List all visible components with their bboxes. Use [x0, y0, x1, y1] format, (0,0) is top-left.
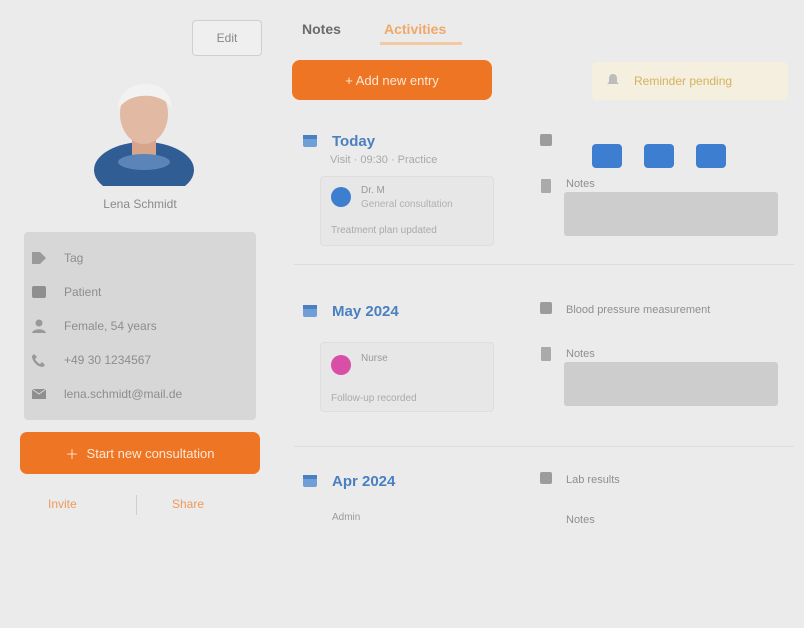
entry-title-row: Apr 2024: [302, 468, 395, 494]
info-row-mail: lena.schmidt@mail.de: [30, 382, 182, 406]
link-divider: [136, 495, 137, 515]
start-consultation-label: Start new consultation: [86, 445, 215, 461]
entry-mini-footer: Treatment plan updated: [331, 225, 437, 236]
attachment-icon: [538, 470, 554, 486]
person-icon: [30, 318, 48, 334]
entry-note-label: Notes: [566, 178, 595, 190]
entry-detail-card[interactable]: Dr. M General consultation Treatment pla…: [320, 176, 494, 246]
note-icon: [538, 346, 554, 362]
attachment-icon: [538, 132, 554, 148]
avatar-badge-icon: [331, 187, 351, 210]
calendar-icon: [302, 302, 318, 321]
entry-right-heading: Blood pressure measurement: [566, 304, 711, 316]
entry-divider: [294, 446, 794, 447]
id-card-icon: [30, 284, 48, 300]
entry-note-label: Notes: [566, 514, 595, 526]
calendar-icon: [302, 472, 318, 491]
file-chip[interactable]: [696, 144, 726, 168]
mail-icon: [30, 386, 48, 402]
reminder-text: Reminder pending: [634, 74, 733, 88]
entry-subtitle: Visit · 09:30 · Practice: [330, 154, 438, 166]
tab-notes[interactable]: Notes: [302, 18, 341, 40]
phone-icon: [30, 352, 48, 368]
edit-profile-button[interactable]: Edit: [192, 20, 262, 56]
info-row-phone: +49 30 1234567: [30, 348, 151, 372]
info-row-patient: Patient: [30, 280, 101, 304]
reminder-notice[interactable]: Reminder pending: [592, 62, 788, 100]
entry-note-box: [564, 362, 778, 406]
tag-icon: [30, 250, 48, 266]
file-chip[interactable]: [644, 144, 674, 168]
avatar-badge-icon: [331, 355, 351, 378]
profile-avatar: [94, 83, 194, 186]
entry-title-row: May 2024: [302, 298, 399, 324]
main-content: Notes Activities + Add new entry Reminde…: [280, 0, 804, 528]
info-tag-text: Tag: [64, 251, 84, 265]
info-mail-text: lena.schmidt@mail.de: [64, 387, 183, 401]
entry-title[interactable]: Today: [332, 133, 375, 150]
add-entry-button[interactable]: + Add new entry: [292, 60, 492, 100]
profile-panel: Edit Lena Schmidt Tag Patient Female, 54…: [0, 0, 280, 528]
active-tab-indicator: [380, 42, 462, 45]
start-consultation-button[interactable]: ＋ Start new consultation: [20, 432, 260, 474]
attachment-icon: [538, 300, 554, 316]
info-row-tag: Tag: [30, 246, 83, 270]
info-patient-text: Patient: [64, 285, 102, 299]
entry-mini-label: General consultation: [361, 199, 453, 210]
share-link[interactable]: Share: [172, 494, 204, 514]
file-chip[interactable]: [592, 144, 622, 168]
entry-title[interactable]: May 2024: [332, 303, 399, 320]
plus-icon: ＋: [65, 446, 79, 462]
profile-name: Lena Schmidt: [103, 197, 177, 211]
calendar-icon: [302, 132, 318, 151]
info-row-person: Female, 54 years: [30, 314, 157, 338]
entry-badge: Nurse: [361, 353, 388, 364]
entry-note-box: [564, 192, 778, 236]
note-icon: [538, 178, 554, 194]
invite-link[interactable]: Invite: [48, 494, 77, 514]
timeline-entry: Apr 2024 Admin Lab results Notes: [280, 468, 804, 628]
entry-mini-footer: Follow-up recorded: [331, 393, 417, 404]
entry-divider: [294, 264, 794, 265]
bell-icon: [606, 73, 620, 90]
tab-activities[interactable]: Activities: [384, 18, 446, 40]
entry-right-heading: Lab results: [566, 474, 620, 486]
entry-title[interactable]: Apr 2024: [332, 473, 395, 490]
info-phone-text: +49 30 1234567: [64, 353, 152, 367]
timeline-entry: Today Visit · 09:30 · Practice Dr. M Gen…: [280, 128, 804, 288]
entry-badge: Dr. M: [361, 185, 385, 196]
entry-badge: Admin: [332, 512, 361, 523]
profile-info-card: Tag Patient Female, 54 years +49 30 1234…: [24, 232, 256, 420]
entry-title-row: Today: [302, 128, 375, 154]
entry-detail-card[interactable]: Nurse Follow-up recorded: [320, 342, 494, 412]
entry-note-label: Notes: [566, 348, 595, 360]
info-person-text: Female, 54 years: [64, 319, 157, 333]
timeline-entry: May 2024 Nurse Follow-up recorded Blood …: [280, 298, 804, 458]
